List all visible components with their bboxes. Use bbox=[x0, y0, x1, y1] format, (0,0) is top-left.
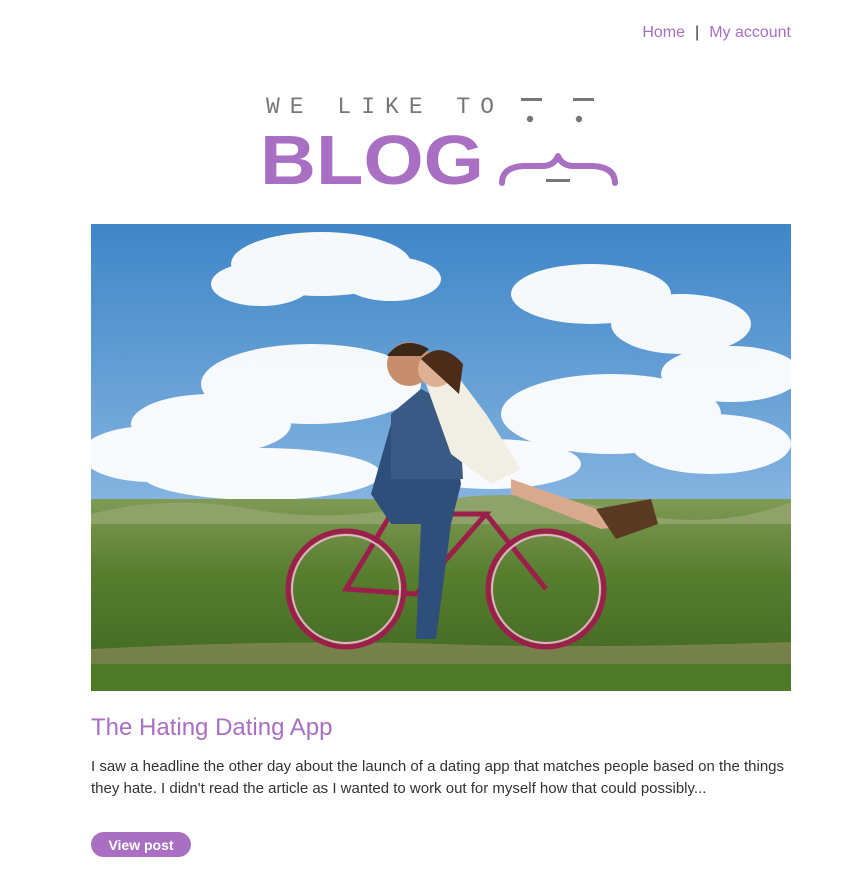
logo-tagline: WE LIKE TO bbox=[266, 94, 504, 120]
nav-my-account-link[interactable]: My account bbox=[709, 24, 791, 42]
nav-home-link[interactable]: Home bbox=[642, 24, 685, 42]
view-post-button[interactable]: View post bbox=[91, 832, 191, 857]
nav-separator: | bbox=[695, 24, 700, 41]
hero-image[interactable] bbox=[91, 224, 791, 691]
couple-bicycle-photo bbox=[91, 224, 791, 691]
post-title[interactable]: The Hating Dating App bbox=[91, 714, 333, 742]
logo-face-icon bbox=[499, 98, 618, 186]
blog-logo[interactable]: WE LIKE TO BLOG bbox=[258, 88, 628, 192]
top-nav: Home | My account bbox=[642, 24, 791, 42]
logo-wordmark: BLOG bbox=[260, 121, 484, 192]
page: Home | My account WE LIKE TO BLOG The Ha… bbox=[0, 0, 853, 870]
post-excerpt: I saw a headline the other day about the… bbox=[91, 758, 785, 797]
